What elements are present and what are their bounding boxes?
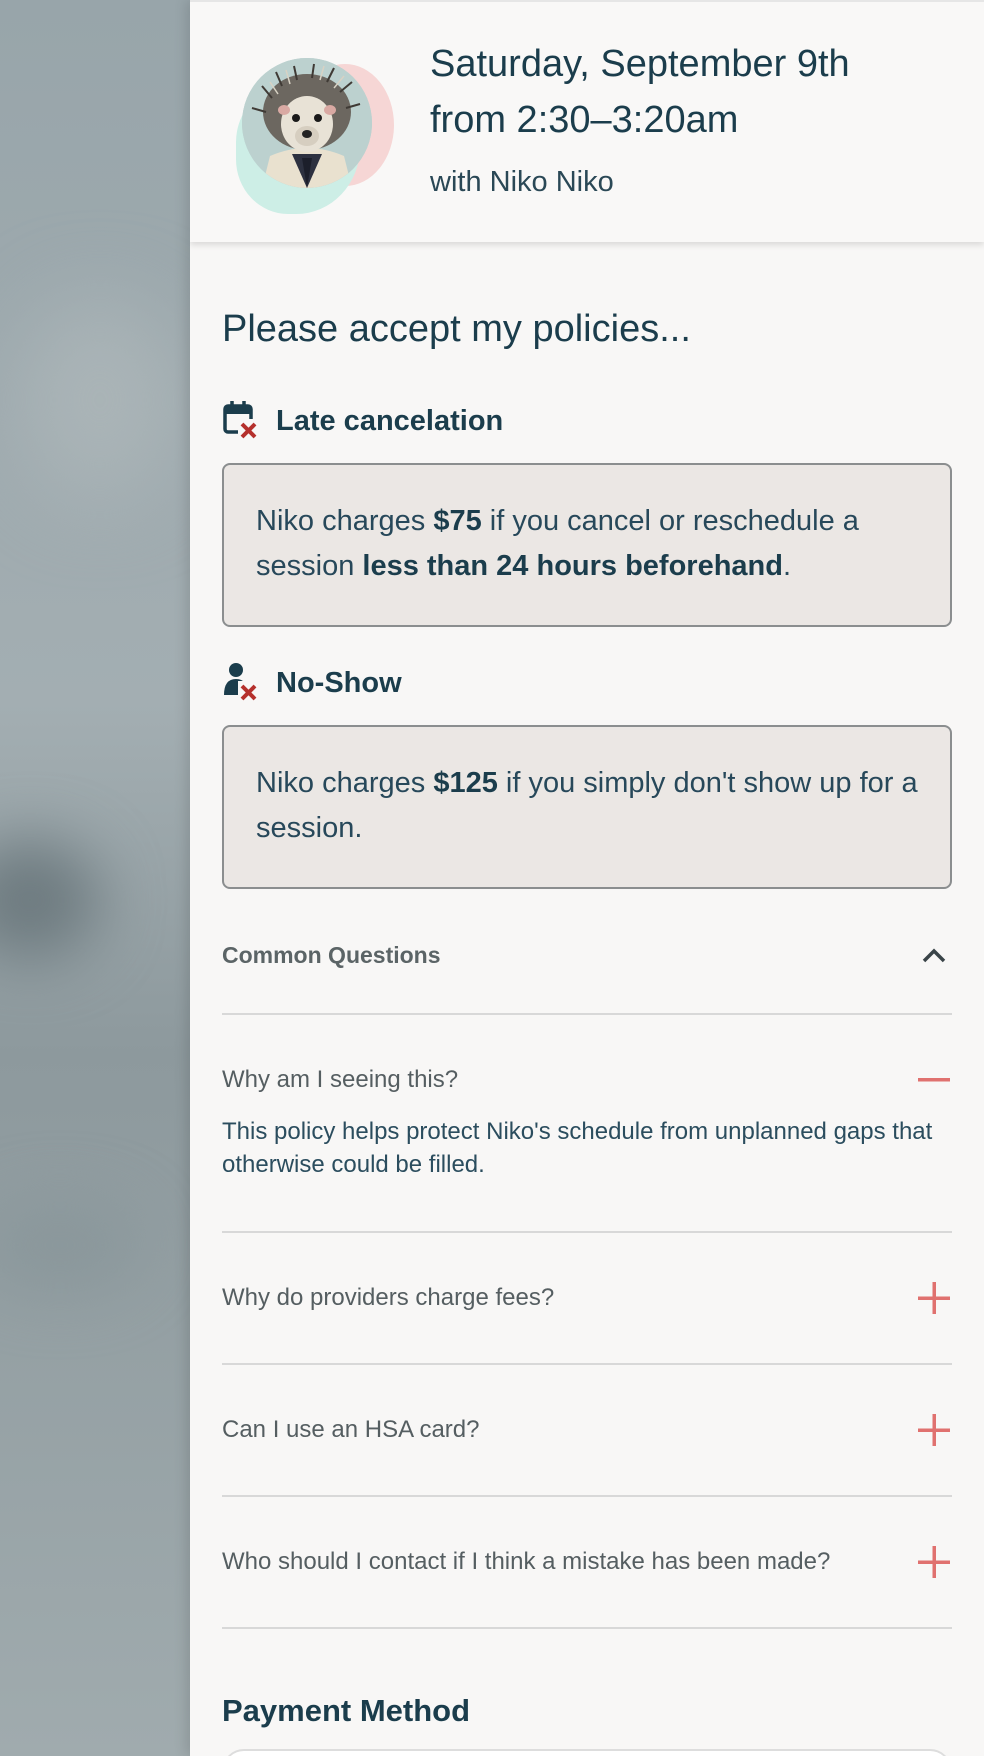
payment-method-heading: Payment Method bbox=[222, 1693, 471, 1728]
provider-name: with Niko Niko bbox=[430, 166, 614, 198]
policy-amount: $125 bbox=[433, 767, 498, 799]
late-cancelation-label: Late cancelation bbox=[276, 404, 504, 437]
policies-heading: Please accept my policies... bbox=[222, 308, 691, 350]
faq-item: Who should I contact if I think a mistak… bbox=[222, 1497, 952, 1629]
avatar bbox=[242, 58, 372, 188]
no-show-policy: Niko charges $125 if you simply don't sh… bbox=[222, 725, 952, 889]
faq-question: Can I use an HSA card? bbox=[222, 1416, 480, 1443]
appointment-info: Saturday, September 9th from 2:30–3:20am… bbox=[430, 36, 900, 199]
no-show-header: No-Show bbox=[222, 661, 952, 706]
appointment-title: Saturday, September 9th from 2:30–3:20am bbox=[430, 43, 850, 141]
page-backdrop[interactable] bbox=[0, 0, 190, 1756]
common-questions-toggle[interactable]: Common Questions bbox=[222, 897, 952, 1015]
policies-content: Please accept my policies... Late cancel… bbox=[190, 308, 984, 1756]
faq-question: Who should I contact if I think a mistak… bbox=[222, 1548, 831, 1575]
hedgehog-avatar-image bbox=[242, 58, 372, 188]
faq-question: Why am I seeing this? bbox=[222, 1066, 459, 1093]
faq-item: Why am I seeing this? This policy helps … bbox=[222, 1015, 952, 1233]
backdrop-blur bbox=[0, 840, 100, 960]
chevron-up-icon[interactable] bbox=[916, 937, 952, 973]
faq-item: Why do providers charge fees? bbox=[222, 1233, 952, 1365]
faq-item: Can I use an HSA card? bbox=[222, 1365, 952, 1497]
faq-answer: This policy helps protect Niko's schedul… bbox=[222, 1118, 933, 1178]
late-cancelation-header: Late cancelation bbox=[222, 399, 952, 444]
minus-icon[interactable] bbox=[916, 1062, 952, 1098]
payment-method-field[interactable] bbox=[222, 1749, 952, 1756]
policy-emphasis: less than 24 hours beforehand bbox=[362, 550, 783, 582]
plus-icon[interactable] bbox=[916, 1544, 952, 1580]
faq-question: Why do providers charge fees? bbox=[222, 1284, 555, 1311]
booking-panel: Saturday, September 9th from 2:30–3:20am… bbox=[190, 0, 984, 1756]
appointment-header: Saturday, September 9th from 2:30–3:20am… bbox=[190, 2, 984, 242]
faq-question-toggle[interactable]: Who should I contact if I think a mistak… bbox=[222, 1497, 952, 1627]
faq-question-toggle[interactable]: Why do providers charge fees? bbox=[222, 1233, 952, 1363]
calendar-x-icon bbox=[222, 399, 260, 444]
common-questions-label: Common Questions bbox=[222, 941, 441, 968]
late-cancelation-policy: Niko charges $75 if you cancel or resche… bbox=[222, 463, 952, 627]
avatar-group bbox=[236, 54, 396, 214]
no-show-label: No-Show bbox=[276, 666, 402, 699]
policy-text: . bbox=[783, 550, 792, 582]
person-x-icon bbox=[222, 661, 260, 706]
policy-text: Niko charges bbox=[256, 505, 434, 537]
plus-icon[interactable] bbox=[916, 1412, 952, 1448]
backdrop-blur bbox=[0, 1200, 140, 1290]
faq-question-toggle[interactable]: Can I use an HSA card? bbox=[222, 1365, 952, 1495]
policy-text: Niko charges bbox=[256, 767, 434, 799]
policy-amount: $75 bbox=[433, 505, 482, 537]
plus-icon[interactable] bbox=[916, 1280, 952, 1316]
backdrop-blur bbox=[20, 300, 180, 500]
